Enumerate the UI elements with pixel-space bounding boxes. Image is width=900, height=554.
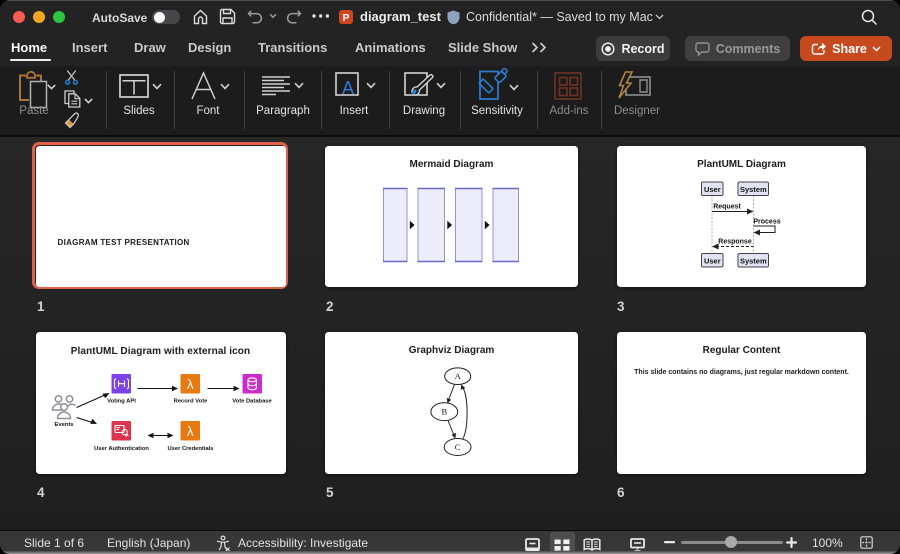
svg-text:Events: Events [54, 422, 73, 428]
svg-text:System: System [740, 185, 767, 194]
svg-text:Vote Database: Vote Database [232, 399, 272, 405]
svg-text:Request: Request [713, 204, 741, 211]
svg-text:Voting API: Voting API [107, 399, 136, 405]
svg-text:Record Vote: Record Vote [173, 399, 207, 405]
svg-text:B: B [441, 407, 447, 417]
svg-text:Response: Response [718, 239, 752, 246]
svg-text:User Credentials: User Credentials [167, 446, 213, 452]
svg-text:Process: Process [753, 219, 780, 226]
svg-text:System: System [740, 256, 767, 265]
svg-text:λ: λ [186, 377, 193, 392]
svg-text:C: C [455, 442, 461, 452]
svg-text:A: A [455, 371, 462, 381]
svg-text:User: User [704, 185, 721, 194]
svg-text:User Authentication: User Authentication [94, 446, 149, 452]
svg-text:λ: λ [186, 424, 193, 439]
svg-text:User: User [704, 256, 721, 265]
